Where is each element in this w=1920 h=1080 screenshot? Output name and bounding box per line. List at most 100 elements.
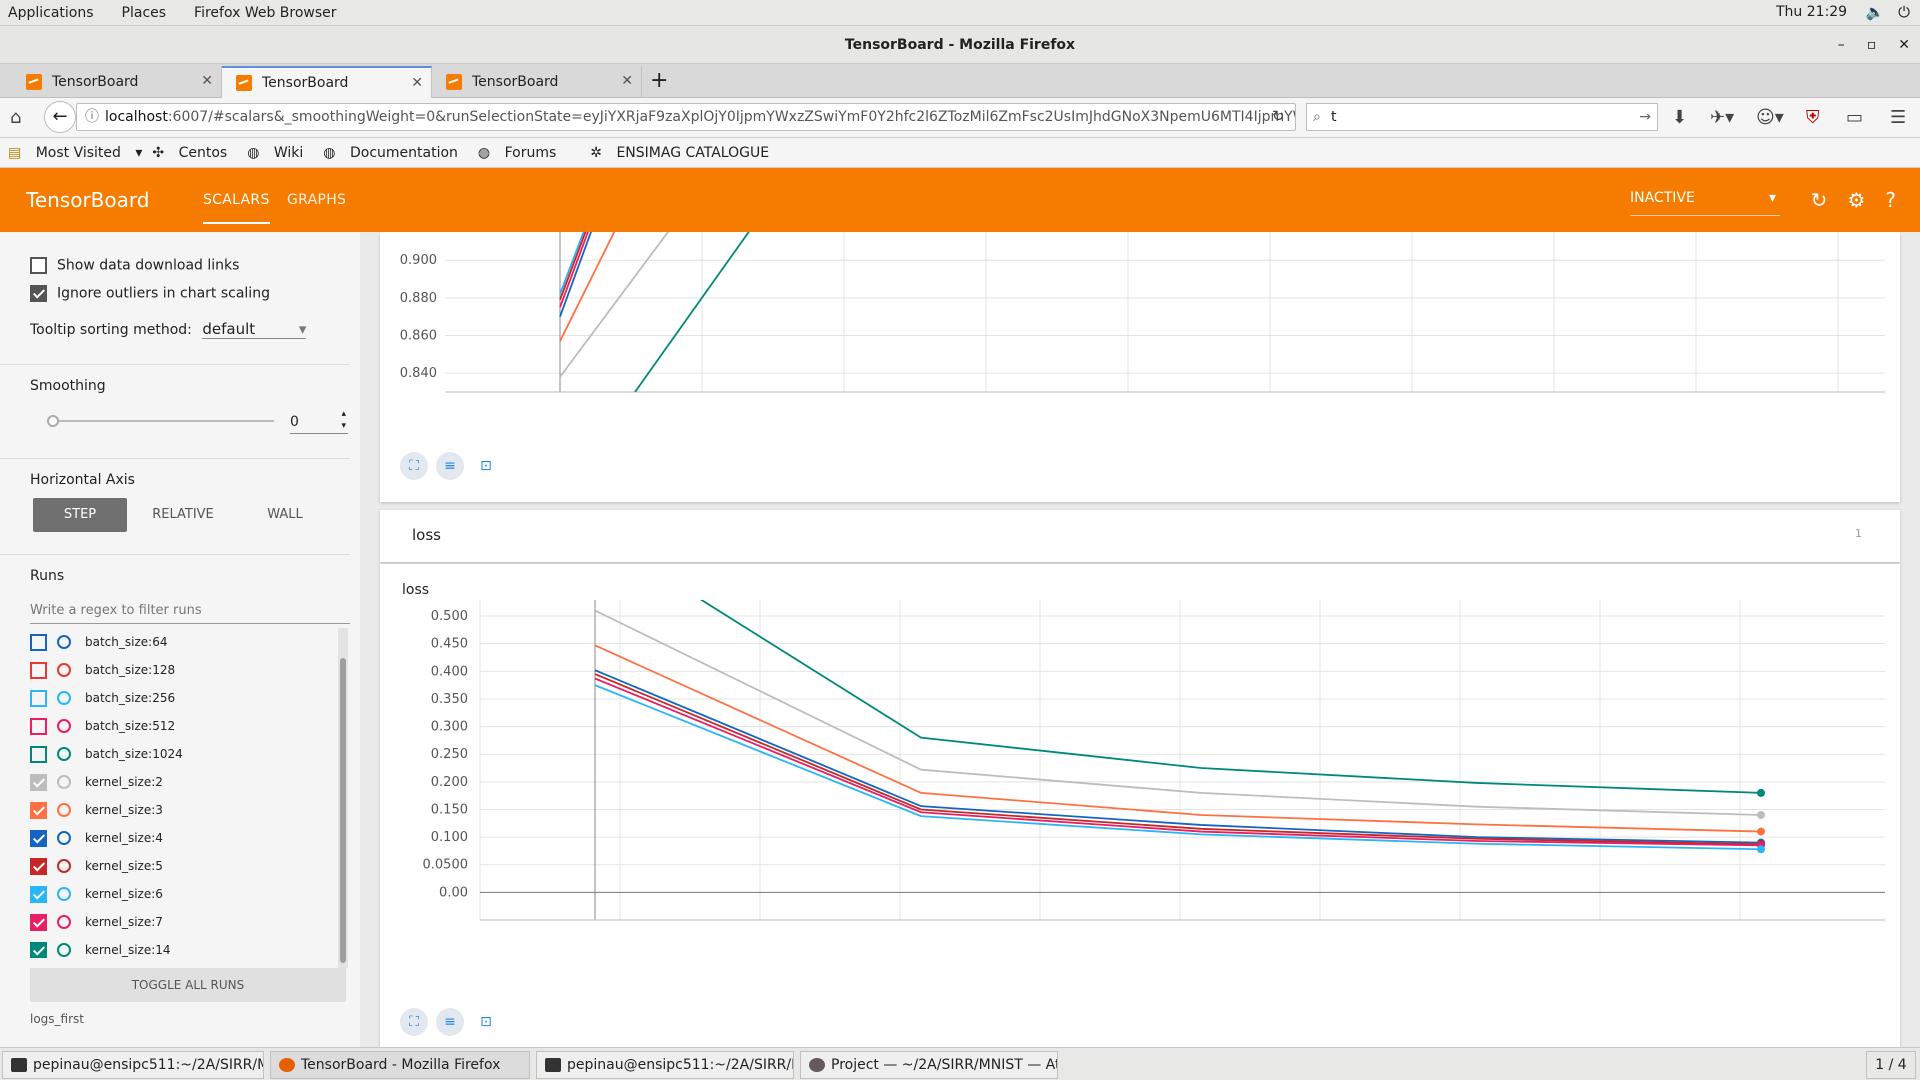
run-checkbox[interactable] (30, 745, 47, 763)
bookmark-wiki[interactable]: ◍ Wiki (247, 145, 313, 161)
smoothing-slider[interactable] (47, 415, 274, 427)
ublock-icon[interactable]: ⛨ (1806, 107, 1820, 128)
search-bar[interactable]: ⌕ t → (1306, 103, 1658, 131)
loss-chart[interactable]: 0.500 0.450 0.400 0.350 0.300 0.250 0.200 0.150… (380, 600, 1900, 940)
home-icon[interactable]: ⌂ (10, 107, 21, 128)
reload-icon[interactable]: ↻ (1811, 188, 1828, 212)
addon-icon[interactable]: ☺▾ (1756, 107, 1784, 128)
close-tab-icon[interactable]: ✕ (411, 75, 423, 91)
run-item[interactable]: kernel_size:6 (30, 880, 330, 908)
expand-icon[interactable]: ⛶ (400, 1008, 428, 1036)
site-info-icon[interactable]: ⓘ (85, 104, 99, 130)
ignore-outliers-checkbox[interactable] (30, 285, 47, 302)
loss-section-header[interactable]: loss 1 (380, 510, 1900, 562)
url-bar[interactable]: ⓘ localhost:6007/#scalars&_smoothingWeig… (76, 103, 1296, 131)
tab-scalars[interactable]: SCALARS (203, 192, 270, 224)
run-item[interactable]: batch_size:128 (30, 656, 330, 684)
run-checkbox[interactable] (30, 829, 47, 847)
run-item[interactable]: batch_size:512 (30, 712, 330, 740)
run-item[interactable]: kernel_size:5 (30, 852, 330, 880)
help-icon[interactable]: ? (1885, 188, 1896, 212)
hamburger-menu-icon[interactable]: ☰ (1890, 107, 1906, 128)
run-item[interactable]: kernel_size:3 (30, 796, 330, 824)
back-icon[interactable]: ← (44, 101, 76, 133)
run-color-radio[interactable] (57, 887, 71, 901)
axis-relative-button[interactable]: RELATIVE (136, 498, 230, 532)
run-checkbox[interactable] (30, 801, 47, 819)
run-checkbox[interactable] (30, 773, 47, 791)
show-download-option[interactable]: Show data download links (30, 257, 239, 274)
tab-tensorboard-2[interactable]: TensorBoard ✕ (222, 66, 432, 98)
extension-icon[interactable]: ✈▾ (1710, 107, 1734, 128)
tooltip-sorting-select[interactable]: default ▾ (202, 320, 307, 339)
download-icon[interactable]: ⬇ (1672, 107, 1687, 128)
minimize-icon[interactable]: – (1838, 26, 1845, 64)
toggle-log-scale-icon[interactable]: ≡ (436, 1008, 464, 1036)
run-color-radio[interactable] (57, 691, 71, 705)
run-color-radio[interactable] (57, 943, 71, 957)
run-item[interactable]: kernel_size:4 (30, 824, 330, 852)
run-checkbox[interactable] (30, 857, 47, 875)
run-item[interactable]: kernel_size:2 (30, 768, 330, 796)
maximize-icon[interactable]: ▫ (1867, 26, 1877, 64)
volume-icon[interactable]: 🔈 (1865, 3, 1884, 21)
plugin-select[interactable]: INACTIVE ▾ (1630, 190, 1780, 216)
ignore-outliers-option[interactable]: Ignore outliers in chart scaling (30, 285, 270, 302)
run-color-radio[interactable] (57, 747, 71, 761)
bookmark-documentation[interactable]: ◍ Documentation (323, 145, 468, 161)
fit-domain-icon[interactable]: ⊡ (472, 452, 500, 480)
run-item[interactable]: batch_size:64 (30, 628, 330, 656)
run-checkbox[interactable] (30, 913, 47, 931)
places-menu[interactable]: Places (122, 5, 167, 21)
applications-menu[interactable]: Applications (8, 5, 94, 21)
run-item[interactable]: kernel_size:7 (30, 908, 330, 936)
run-color-radio[interactable] (57, 635, 71, 649)
run-color-radio[interactable] (57, 803, 71, 817)
run-checkbox[interactable] (30, 633, 47, 651)
fit-domain-icon[interactable]: ⊡ (472, 1008, 500, 1036)
tensorboard-title[interactable]: TensorBoard (26, 188, 149, 212)
axis-wall-button[interactable]: WALL (238, 498, 332, 532)
axis-step-button[interactable]: STEP (33, 498, 127, 532)
run-item[interactable]: kernel_size:14 (30, 936, 330, 958)
bookmark-ensimag-catalogue[interactable]: ✲ ENSIMAG CATALOGUE (590, 145, 779, 161)
run-color-radio[interactable] (57, 663, 71, 677)
run-checkbox[interactable] (30, 941, 47, 958)
run-color-radio[interactable] (57, 831, 71, 845)
run-checkbox[interactable] (30, 689, 47, 707)
runs-scrollbar[interactable] (338, 628, 348, 968)
toggle-log-scale-icon[interactable]: ≡ (436, 452, 464, 480)
run-color-radio[interactable] (57, 719, 71, 733)
sidebar-toggle-icon[interactable]: ▭ (1846, 107, 1863, 128)
workspace-indicator[interactable]: 1 / 4 (1866, 1051, 1916, 1079)
run-color-radio[interactable] (57, 915, 71, 929)
tab-tensorboard-1[interactable]: TensorBoard ✕ (12, 66, 222, 98)
spinner-icon[interactable]: ▴ ▾ (341, 408, 346, 432)
new-tab-icon[interactable]: + (650, 68, 668, 93)
power-icon[interactable]: ⏻ (1898, 3, 1910, 21)
run-checkbox[interactable] (30, 661, 47, 679)
toggle-all-runs-button[interactable]: TOGGLE ALL RUNS (30, 968, 346, 1002)
accuracy-chart[interactable]: 0.900 0.880 0.860 0.840 (380, 232, 1900, 432)
run-color-radio[interactable] (57, 775, 71, 789)
scrollbar-thumb[interactable] (340, 658, 346, 963)
clock[interactable]: Thu 21:29 (1776, 4, 1847, 20)
settings-gear-icon[interactable]: ⚙ (1847, 188, 1865, 212)
task-terminal-1[interactable]: pepinau@ensipc511:~/2A/SIRR/MNI... (2, 1051, 264, 1079)
search-go-icon[interactable]: → (1639, 104, 1651, 130)
task-terminal-2[interactable]: pepinau@ensipc511:~/2A/SIRR/MNI... (536, 1051, 794, 1079)
firefox-app-menu[interactable]: Firefox Web Browser (194, 5, 337, 21)
task-atom[interactable]: Project — ~/2A/SIRR/MNIST — Atom (800, 1051, 1058, 1079)
run-checkbox[interactable] (30, 717, 47, 735)
bookmark-forums[interactable]: ◍ Forums (478, 145, 566, 161)
tab-tensorboard-3[interactable]: TensorBoard ✕ (432, 66, 642, 98)
show-download-checkbox[interactable] (30, 257, 47, 274)
close-window-icon[interactable]: ✕ (1898, 26, 1910, 64)
run-checkbox[interactable] (30, 885, 47, 903)
run-item[interactable]: batch_size:1024 (30, 740, 330, 768)
task-firefox[interactable]: TensorBoard - Mozilla Firefox (270, 1051, 530, 1079)
bookmark-most-visited[interactable]: ▤ Most Visited ▾ (8, 145, 142, 161)
expand-icon[interactable]: ⛶ (400, 452, 428, 480)
slider-knob[interactable] (47, 415, 59, 427)
runs-filter-input[interactable]: Write a regex to filter runs (30, 600, 350, 624)
